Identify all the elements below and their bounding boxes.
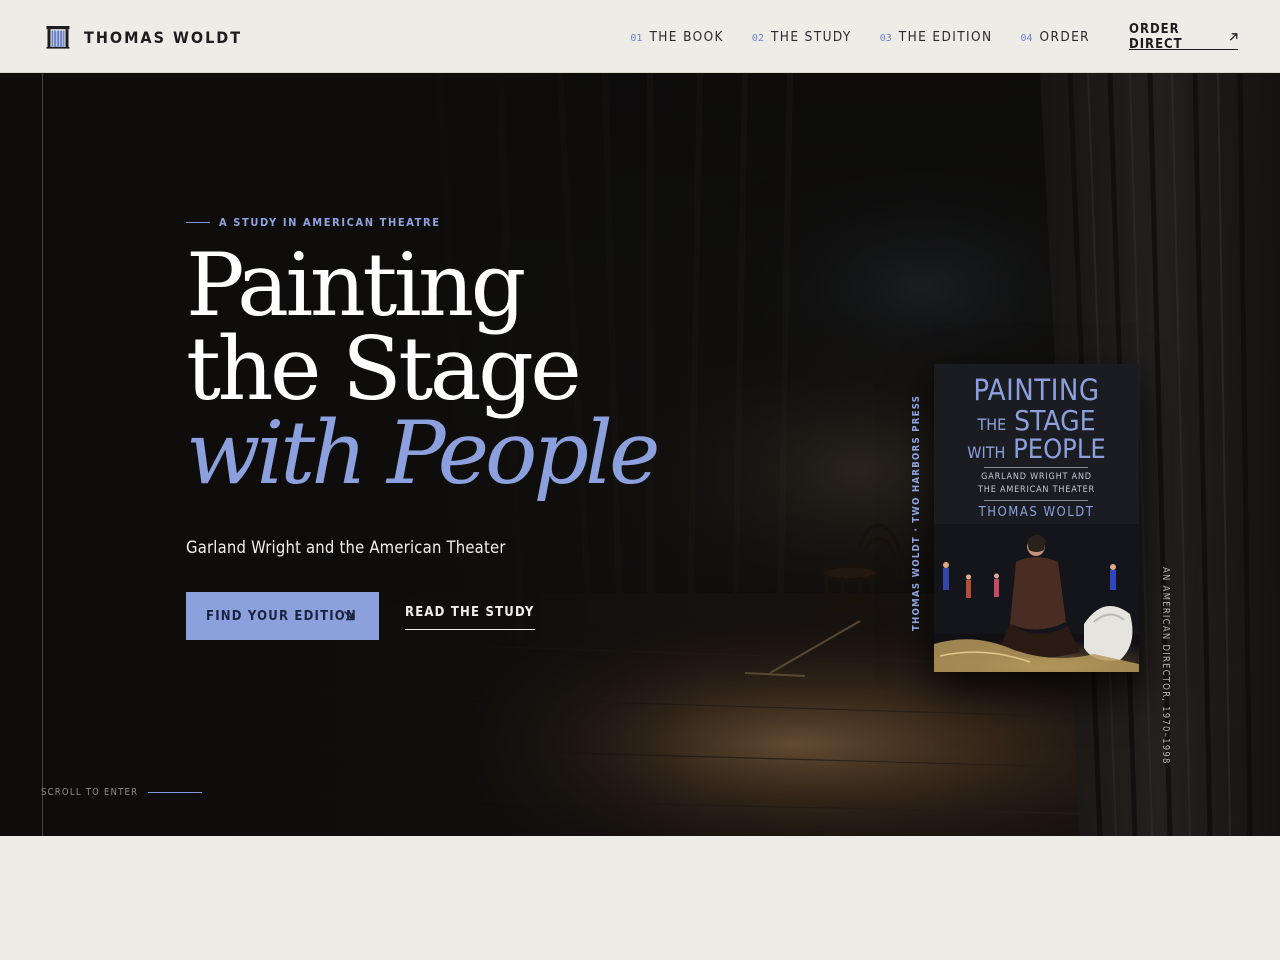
nav-label: ORDER — [1039, 29, 1090, 45]
main-nav: 01 THE BOOK 02 THE STUDY 03 THE EDITION … — [602, 29, 1090, 45]
scroll-cue-rule — [148, 792, 203, 793]
hero-title: Painting the Stage with People — [186, 234, 660, 504]
nav-number: 02 — [751, 33, 764, 44]
read-the-study-link[interactable]: READ THE STUDY — [405, 603, 535, 630]
book-cover-title: PAINTING THE STAGE WITH PEOPLE — [934, 373, 1139, 464]
find-your-edition-button[interactable]: FIND YOUR EDITION — [186, 592, 379, 640]
book-title-with: WITH — [967, 443, 1006, 462]
order-direct-link[interactable]: ORDER DIRECT — [1129, 22, 1238, 52]
hero-title-line-3: with People — [186, 402, 660, 504]
hero-section: A STUDY IN AMERICAN THEATRE Painting the… — [0, 73, 1280, 836]
nav-label: THE STUDY — [770, 29, 852, 45]
book-spine-right-text: AN AMERICAN DIRECTOR, 1970–1998 — [1160, 567, 1171, 765]
nav-item-the-edition[interactable]: 03 THE EDITION — [880, 29, 993, 45]
brand-logo-link[interactable]: THOMAS WOLDT — [46, 24, 242, 50]
book-cover-rule — [984, 500, 1088, 501]
book-cover[interactable]: PAINTING THE STAGE WITH PEOPLE GARLAND W… — [934, 364, 1139, 672]
book-title-people: PEOPLE — [1013, 434, 1106, 465]
order-direct-label: ORDER DIRECT — [1129, 22, 1183, 52]
book-title-painting: PAINTING — [973, 373, 1100, 407]
scroll-cue-label: SCROLL TO ENTER — [41, 787, 139, 798]
book-title-the-stage: THE STAGE — [934, 407, 1139, 435]
book-cover-photo — [934, 524, 1139, 672]
find-your-edition-label: FIND YOUR EDITION — [206, 608, 357, 624]
nav-number: 03 — [879, 33, 892, 44]
nav-item-the-book[interactable]: 01 THE BOOK — [630, 29, 724, 45]
read-the-study-label: READ THE STUDY — [405, 605, 535, 620]
nav-label: THE BOOK — [649, 29, 724, 45]
nav-number: 01 — [630, 33, 643, 44]
eyebrow-rule — [186, 222, 210, 223]
nav-number: 04 — [1020, 33, 1033, 44]
book-subtitle-line-2: THE AMERICAN THEATER — [978, 485, 1095, 495]
arrow-down-right-icon — [343, 610, 354, 621]
brand-name: THOMAS WOLDT — [84, 27, 243, 47]
book-cover-rule — [984, 467, 1088, 468]
book-spine-left-text: THOMAS WOLDT · TWO HARBORS PRESS — [911, 394, 922, 631]
nav-item-order[interactable]: 04 ORDER — [1020, 29, 1090, 45]
nav-item-the-study[interactable]: 02 THE STUDY — [752, 29, 852, 45]
book-cover-subtitle: GARLAND WRIGHT AND THE AMERICAN THEATER — [934, 471, 1139, 497]
book-title-stage: STAGE — [1014, 404, 1096, 437]
site-header: THOMAS WOLDT 01 THE BOOK 02 THE STUDY 03… — [0, 0, 1280, 73]
book-title-with-people: WITH PEOPLE — [934, 436, 1139, 463]
hero-guide-line — [42, 73, 43, 836]
arrow-up-right-icon — [1229, 33, 1238, 41]
book-title-the: THE — [977, 415, 1007, 434]
book-cover-author: THOMAS WOLDT — [978, 505, 1095, 520]
book-subtitle-line-1: GARLAND WRIGHT AND — [981, 472, 1092, 482]
theatre-proscenium-icon — [46, 26, 70, 49]
nav-label: THE EDITION — [898, 29, 993, 45]
hero-title-line-1: Painting — [186, 234, 526, 336]
hero-subtitle: Garland Wright and the American Theater — [186, 538, 506, 557]
eyebrow-text: A STUDY IN AMERICAN THEATRE — [219, 216, 441, 229]
hero-eyebrow: A STUDY IN AMERICAN THEATRE — [186, 216, 441, 229]
scroll-to-enter[interactable]: SCROLL TO ENTER — [41, 787, 203, 798]
hero-title-line-2: the Stage — [186, 318, 582, 420]
